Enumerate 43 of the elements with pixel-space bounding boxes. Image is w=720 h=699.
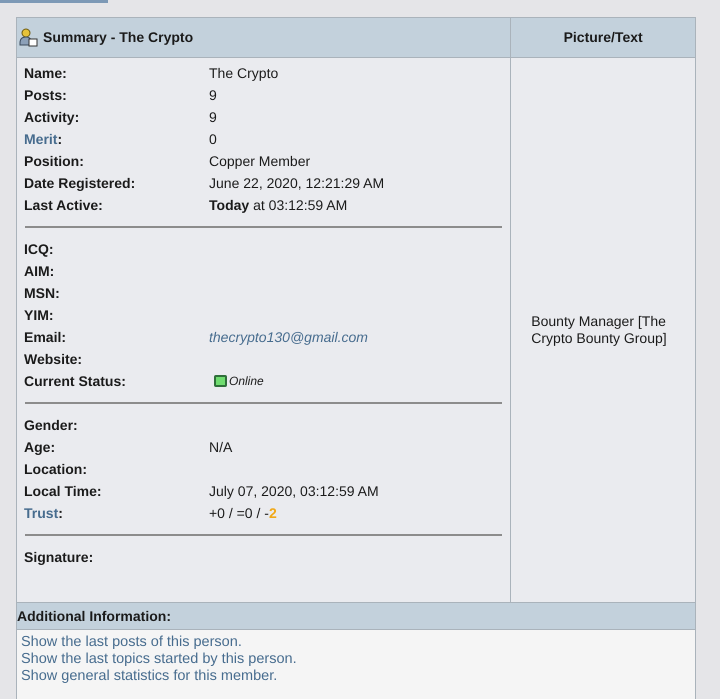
field-value: The Crypto: [209, 64, 278, 83]
field-label: Last Active:: [24, 196, 104, 214]
field-value: Copper Member: [209, 152, 310, 171]
field-label: Age:: [24, 438, 56, 457]
field-value: July 07, 2020, 03:12:59 AM: [209, 482, 379, 501]
field-value: Today at 03:12:59 AM: [209, 196, 348, 215]
summary-title: Summary - The Crypto: [43, 28, 194, 47]
field-value: 9: [209, 86, 217, 104]
personal-text: Bounty Manager [The Crypto Bounty Group]: [531, 313, 668, 347]
field-label: Current Status:: [24, 372, 127, 390]
field-label: Position:: [24, 152, 85, 170]
profile-link[interactable]: Show the last topics started by this person.: [21, 651, 297, 668]
section-heading: Additional Information:: [17, 602, 695, 630]
field-label: Posts:: [24, 86, 68, 104]
field-label: Activity:: [24, 108, 80, 127]
colon: :: [57, 130, 62, 146]
field-label: YIM:: [24, 306, 55, 324]
user-card-icon: [19, 28, 38, 47]
field-label: Email:: [24, 328, 68, 346]
field-value: 0: [209, 130, 217, 148]
field-value: June 22, 2020, 12:21:29 AM: [209, 174, 384, 192]
field-label: Website:: [24, 350, 84, 368]
field-label: MSN:: [24, 284, 61, 302]
field-label: Signature:: [24, 548, 94, 567]
trust-value: +0 / =0 / -2: [209, 504, 277, 522]
field-label: ICQ:: [24, 240, 55, 259]
colon: :: [58, 504, 63, 520]
field-label: Date Registered:: [24, 174, 136, 193]
profile-link[interactable]: Show general statistics for this member.: [21, 668, 278, 685]
label-link[interactable]: Merit: [24, 130, 58, 146]
field-label: Location:: [24, 460, 88, 478]
label-link[interactable]: Trust: [24, 504, 58, 520]
field-label: Gender:: [24, 416, 79, 434]
column-heading: Picture/Text: [511, 18, 695, 58]
profile-link[interactable]: Show the last posts of this person.: [21, 634, 242, 651]
tab[interactable]: [0, 0, 108, 3]
email-link[interactable]: thecrypto130@gmail.com: [209, 326, 368, 348]
field-label: Name:: [24, 64, 68, 82]
field-value: N/A: [209, 438, 232, 456]
status-text: Online: [229, 373, 264, 390]
field-value: 9: [209, 108, 217, 126]
field-label: Local Time:: [24, 482, 103, 500]
field-label: AIM:: [24, 262, 56, 280]
